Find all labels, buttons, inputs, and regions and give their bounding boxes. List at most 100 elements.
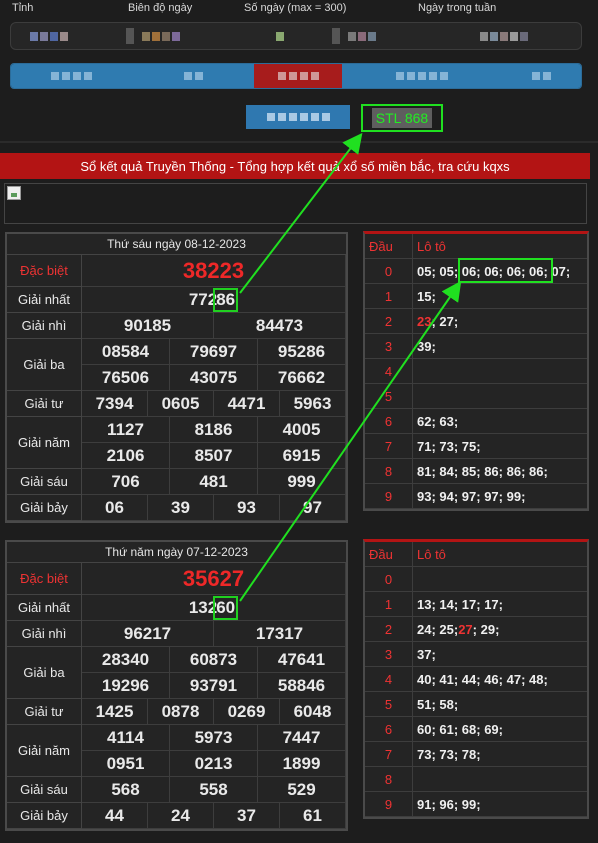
- prize-g4-value: 1425: [82, 699, 148, 725]
- prize-g7-value: 61: [280, 803, 346, 829]
- prize-g4-value: 7394: [82, 391, 148, 417]
- dau: 0: [365, 567, 413, 591]
- prize-g1-value: 772 86: [82, 287, 346, 313]
- dau-header: Đầu: [365, 542, 413, 566]
- prize-label-g5: Giải năm: [7, 725, 82, 777]
- prize-g5-value: 5973: [170, 725, 258, 751]
- prize-label-g4: Giải tư: [7, 391, 82, 417]
- prize-g5-value: 2106: [82, 443, 170, 469]
- loto-row: 7 73; 73; 78;: [365, 742, 587, 767]
- dau: 6: [365, 409, 413, 433]
- dau: 5: [365, 384, 413, 408]
- prize-g4-value: 6048: [280, 699, 346, 725]
- prize-g5-value: 1127: [82, 417, 170, 443]
- loto-values: [413, 359, 587, 383]
- prize-grid: Đặc biệt 38223 Giải nhất 772 86 Giải nhì …: [7, 255, 346, 521]
- prize-g4-value: 5963: [280, 391, 346, 417]
- loto-row: 2 24; 25; 27; 29;: [365, 617, 587, 642]
- prize-g6-value: 529: [258, 777, 346, 803]
- loto-rest: ; 29;: [472, 621, 500, 637]
- prize-label-g1: Giải nhất: [7, 595, 82, 621]
- prize-g1-value: 132 60: [82, 595, 346, 621]
- loto-row: 7 71; 73; 75;: [365, 434, 587, 459]
- loto-red-value: 23: [417, 313, 432, 329]
- loto-row: 3 39;: [365, 334, 587, 359]
- prize-label-g7: Giải bảy: [7, 495, 82, 521]
- dau: 5: [365, 692, 413, 716]
- province-select[interactable]: [20, 22, 95, 50]
- prize-label-g2: Giải nhì: [7, 621, 82, 647]
- loto-row: 0: [365, 567, 587, 592]
- loto-values: 73; 73; 78;: [417, 746, 481, 762]
- loto-row: 6 62; 63;: [365, 409, 587, 434]
- result-date: Thứ năm ngày 07-12-2023: [7, 542, 346, 563]
- prize-label-g1: Giải nhất: [7, 287, 82, 313]
- tab-2[interactable]: [132, 64, 255, 88]
- loto-values: 40; 41; 44; 46; 47; 48;: [417, 671, 548, 687]
- loto-values: 13; 14; 17; 17;: [417, 596, 503, 612]
- prize-g3-value: 93791: [170, 673, 258, 699]
- loto-row: 6 60; 61; 68; 69;: [365, 717, 587, 742]
- tab-3[interactable]: [254, 64, 342, 88]
- loto-header-label: Lô tô: [417, 238, 446, 254]
- g1-highlight: 86: [213, 287, 239, 312]
- loto-values: 51; 58;: [417, 696, 459, 712]
- dau: 9: [365, 484, 413, 508]
- prize-label-g7: Giải bảy: [7, 803, 82, 829]
- loto-values: 60; 61; 68; 69;: [417, 721, 503, 737]
- loto-values: [413, 767, 587, 791]
- prize-g3-value: 08584: [82, 339, 170, 365]
- divider: [0, 141, 598, 143]
- loto-row: 1 13; 14; 17; 17;: [365, 592, 587, 617]
- prize-g7-value: 06: [82, 495, 148, 521]
- prize-g3-value: 76506: [82, 365, 170, 391]
- mode-tabs: [10, 63, 582, 89]
- result-table-1: Thứ sáu ngày 08-12-2023 Đặc biệt 38223 G…: [5, 232, 348, 523]
- dau: 6: [365, 717, 413, 741]
- prize-g5-value: 8507: [170, 443, 258, 469]
- range-select[interactable]: [126, 22, 226, 50]
- extra-select[interactable]: [470, 22, 570, 50]
- prize-g5-value: 6915: [258, 443, 346, 469]
- loto-row: 3 37;: [365, 642, 587, 667]
- view-button[interactable]: [246, 105, 350, 129]
- dau: 4: [365, 667, 413, 691]
- dau: 0: [365, 259, 413, 283]
- prize-g3-value: 76662: [258, 365, 346, 391]
- loto-header-label: Lô tô: [417, 546, 446, 562]
- tab-1[interactable]: [11, 64, 133, 88]
- loto-highlight-box: [458, 258, 553, 283]
- prize-g5-value: 1899: [258, 751, 346, 777]
- prize-g6-value: 706: [82, 469, 170, 495]
- loto-values: 24; 25; 27; 29;: [413, 617, 587, 641]
- prize-g4-value: 0605: [148, 391, 214, 417]
- loto-values: 91; 96; 99;: [417, 796, 481, 812]
- prize-g3-value: 19296: [82, 673, 170, 699]
- tab-5[interactable]: [501, 64, 581, 88]
- prize-g6-value: 481: [170, 469, 258, 495]
- dau: 1: [365, 284, 413, 308]
- stl-highlight: STL 868: [361, 104, 443, 132]
- prize-g7-value: 97: [280, 495, 346, 521]
- page-banner: Sổ kết quả Truyền Thống - Tổng hợp kết q…: [0, 153, 590, 179]
- prize-db-value: 35627: [82, 563, 346, 595]
- prize-label-g6: Giải sáu: [7, 469, 82, 495]
- loto-row: 9 93; 94; 97; 97; 99;: [365, 484, 587, 509]
- prize-g3-value: 95286: [258, 339, 346, 365]
- prize-g7-value: 37: [214, 803, 280, 829]
- prize-g5-value: 4114: [82, 725, 170, 751]
- prize-g7-value: 24: [148, 803, 214, 829]
- dau: 3: [365, 642, 413, 666]
- loto-values: [413, 567, 587, 591]
- weekday-select[interactable]: [332, 22, 442, 50]
- prize-db-value: 38223: [82, 255, 346, 287]
- prize-label-g3: Giải ba: [7, 647, 82, 699]
- days-input[interactable]: [240, 22, 320, 50]
- loto-row: 4: [365, 359, 587, 384]
- prize-label-g5: Giải năm: [7, 417, 82, 469]
- tab-4[interactable]: [341, 64, 502, 88]
- loto-red-value: 27: [458, 621, 473, 637]
- prize-label-g3: Giải ba: [7, 339, 82, 391]
- loto-values: [413, 384, 587, 408]
- prize-g2-value: 96217: [82, 621, 214, 647]
